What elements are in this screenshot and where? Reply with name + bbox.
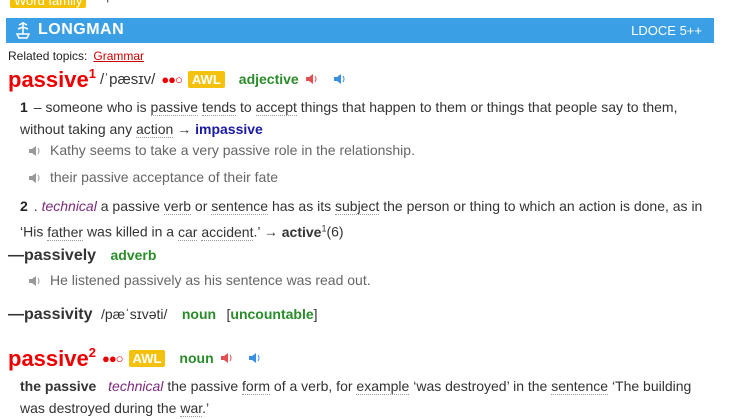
- def-word-link[interactable]: passive: [150, 99, 199, 116]
- runon-passively: —passively adverb: [8, 247, 156, 265]
- edition-label: LDOCE 5++: [631, 23, 702, 38]
- topic-link-grammar[interactable]: Grammar: [93, 49, 144, 63]
- example-3: He listened passively as his sentence wa…: [28, 272, 371, 288]
- definition-text: has as its: [271, 198, 332, 214]
- sense-number: 1: [20, 99, 28, 115]
- xref-active-link[interactable]: active1: [282, 223, 327, 240]
- british-audio-speaker-icon[interactable]: [220, 352, 234, 364]
- entry-header: passive1 /ˈpæsɪv/ ●●○ AWL adjective: [8, 64, 347, 94]
- longman-ship-logo-icon: [16, 22, 30, 39]
- def-word-link[interactable]: verb: [163, 198, 192, 215]
- definition-text: or: [194, 198, 208, 214]
- part-of-speech: adverb: [110, 247, 157, 263]
- brand-name: LONGMAN: [38, 21, 125, 38]
- pronunciation: /ˈpæsɪv/: [99, 70, 156, 88]
- word-family-tab[interactable]: Word family: [10, 0, 87, 8]
- frequency-dots: ●●○: [101, 350, 124, 366]
- def-word-link[interactable]: accident: [201, 223, 254, 241]
- example-audio-icon[interactable]: [28, 172, 42, 184]
- example-audio-icon[interactable]: [28, 145, 42, 157]
- xref-impassive-link[interactable]: impassive: [195, 121, 263, 137]
- definition-text: the passive: [167, 378, 239, 394]
- sense-noun-1: the passive technical the passive form o…: [20, 375, 720, 419]
- def-word-link[interactable]: form: [242, 378, 271, 395]
- related-topics-label: Related topics:: [8, 49, 88, 63]
- sense-1: 1– someone who is passive tends to accep…: [20, 96, 720, 140]
- def-word-link[interactable]: sentence: [551, 378, 609, 395]
- xref-arrow: →: [263, 223, 278, 240]
- def-word-link[interactable]: war: [180, 400, 203, 417]
- def-word-link[interactable]: tends: [201, 99, 237, 116]
- entry-header-2: passive2 ●●○ AWL noun: [8, 343, 262, 373]
- register-label: technical: [41, 198, 97, 214]
- definition-text: of a verb, for: [273, 378, 353, 394]
- awl-badge: AWL: [128, 349, 166, 367]
- runon-word: passivity: [24, 306, 93, 323]
- frequency-dots: ●●○: [161, 71, 183, 87]
- sense-number: 2: [20, 198, 28, 214]
- sense-2: 2. technical a passive verb or sentence …: [20, 195, 720, 243]
- def-word-link[interactable]: car: [177, 223, 198, 241]
- def-word-link[interactable]: sentence: [211, 198, 269, 215]
- runon-word: passively: [24, 247, 97, 264]
- sense-separator: .: [33, 198, 38, 214]
- runon-passivity: —passivity /pæˈsɪvəti/ noun [uncountable…: [8, 306, 318, 324]
- runon-dash: —: [8, 247, 24, 264]
- american-audio-speaker-icon[interactable]: [333, 73, 347, 85]
- headword: passive2: [8, 344, 96, 371]
- register-label: technical: [108, 378, 164, 394]
- example-1: Kathy seems to take a very passive role …: [28, 142, 415, 158]
- part-of-speech: noun: [179, 350, 214, 366]
- sense-separator: –: [33, 99, 42, 115]
- xref-arrow: →: [177, 121, 192, 137]
- phrase-label: the passive: [20, 378, 97, 394]
- homograph-number: 2: [88, 344, 96, 360]
- definition-text: a passive: [100, 198, 160, 214]
- example-text: their passive acceptance of their fate: [50, 169, 279, 185]
- example-text: Kathy seems to take a very passive role …: [50, 142, 415, 158]
- headword: passive1: [8, 65, 96, 92]
- def-word-link[interactable]: subject: [335, 198, 380, 215]
- grammar-label: [uncountable]: [226, 306, 318, 322]
- part-of-speech: noun: [181, 306, 217, 322]
- longman-banner: LONGMAN LDOCE 5++: [6, 18, 714, 43]
- definition-text: to: [240, 99, 252, 115]
- def-word-link[interactable]: father: [47, 223, 84, 241]
- example-text: He listened passively as his sentence wa…: [50, 272, 371, 288]
- xref-sense-number: (6): [326, 223, 344, 240]
- american-audio-speaker-icon[interactable]: [248, 352, 262, 364]
- awl-badge: AWL: [187, 70, 225, 88]
- expand-plus-icon[interactable]: +: [103, 0, 112, 8]
- def-word-link[interactable]: action: [135, 121, 174, 138]
- pronunciation: /pæˈsɪvəti/: [100, 306, 168, 322]
- homograph-number: 1: [88, 65, 96, 81]
- def-word-link[interactable]: example: [356, 378, 410, 395]
- british-audio-speaker-icon[interactable]: [305, 73, 319, 85]
- example-2: their passive acceptance of their fate: [28, 169, 278, 185]
- definition-text: .’: [253, 223, 260, 240]
- example-audio-icon[interactable]: [28, 275, 42, 287]
- definition-text: ‘was destroyed’ in the: [413, 378, 548, 394]
- def-word-link[interactable]: accept: [255, 99, 297, 116]
- part-of-speech: adjective: [238, 71, 299, 87]
- definition-text: was killed in a: [86, 223, 175, 240]
- runon-dash: —: [8, 306, 24, 323]
- definition-text: someone who is: [45, 99, 147, 115]
- definition-text: .’: [202, 400, 210, 416]
- related-topics: Related topics: Grammar: [8, 49, 144, 63]
